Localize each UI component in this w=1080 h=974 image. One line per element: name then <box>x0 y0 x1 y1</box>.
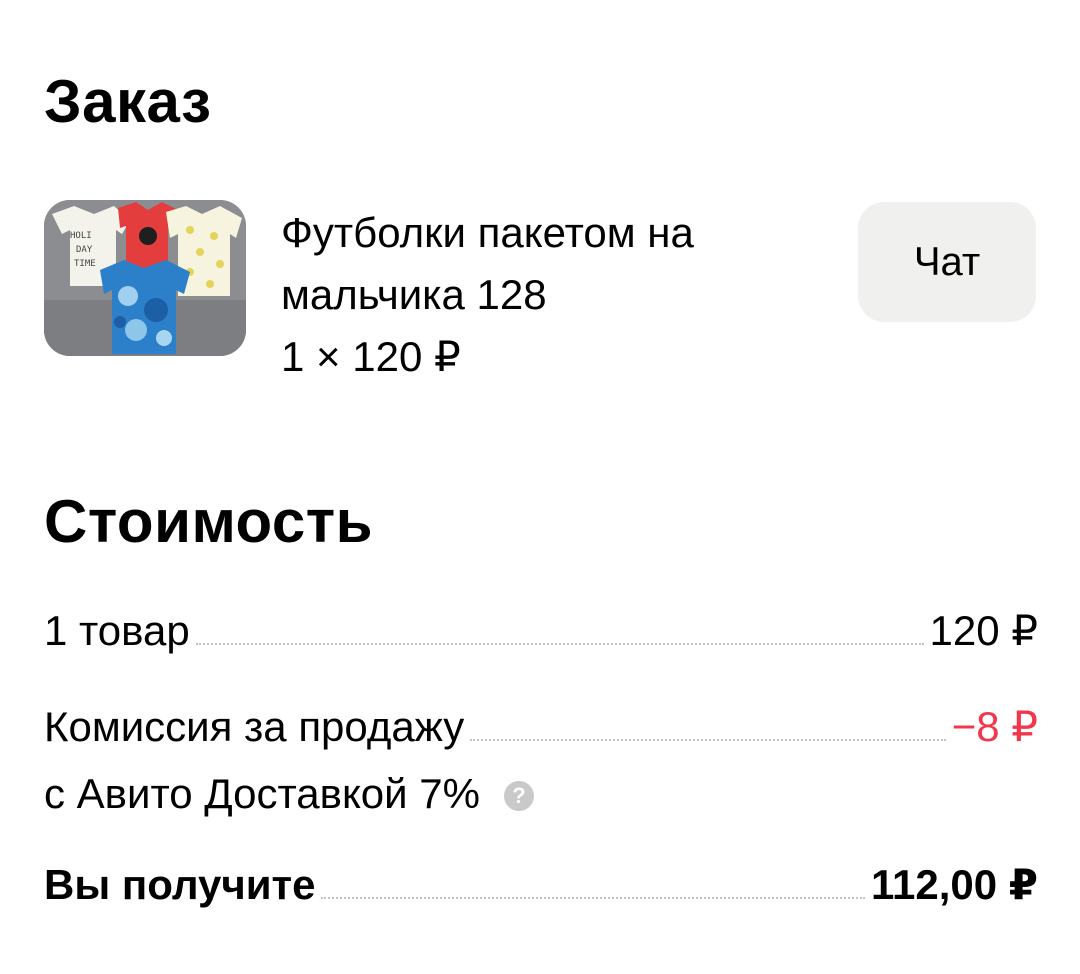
cost-title: Стоимость <box>44 488 374 555</box>
item-quantity-price: 1 × 120 ₽ <box>281 333 461 380</box>
item-title[interactable]: Футболки пакетом на мальчика 128 <box>281 202 841 326</box>
order-title: Заказ <box>44 68 212 135</box>
help-icon[interactable]: ? <box>504 781 534 811</box>
cost-row-total: Вы получите 112,00 ₽ <box>44 860 1038 909</box>
svg-text:DAY: DAY <box>76 245 93 255</box>
dotted-leader <box>321 896 865 899</box>
dotted-leader <box>195 642 924 645</box>
chat-button[interactable]: Чат <box>858 202 1036 322</box>
cost-row-value: 120 ₽ <box>929 607 1038 654</box>
order-item[interactable]: HOLI DAY TIME Футболки пакетом на мальчи… <box>44 198 1038 398</box>
total-value: 112,00 ₽ <box>870 861 1038 908</box>
commission-value: −8 ₽ <box>951 703 1038 750</box>
commission-subtitle-text: с Авито Доставкой 7% <box>44 770 480 817</box>
item-info: Футболки пакетом на мальчика 128 1 × 120… <box>281 202 841 388</box>
cost-row-items: 1 товар 120 ₽ <box>44 606 1038 655</box>
svg-text:TIME: TIME <box>74 259 96 269</box>
cost-row-commission: Комиссия за продажу −8 ₽ <box>44 702 1038 751</box>
total-label: Вы получите <box>44 861 316 908</box>
dotted-leader <box>470 738 946 741</box>
tshirt-print-text: HOLI <box>70 231 92 241</box>
cost-row-label: 1 товар <box>44 607 190 654</box>
tshirts-image: HOLI DAY TIME <box>44 200 246 356</box>
cost-row-label: Комиссия за продажу <box>44 703 465 750</box>
product-thumbnail[interactable]: HOLI DAY TIME <box>44 200 246 356</box>
commission-subtitle: с Авито Доставкой 7% ? <box>44 770 534 818</box>
